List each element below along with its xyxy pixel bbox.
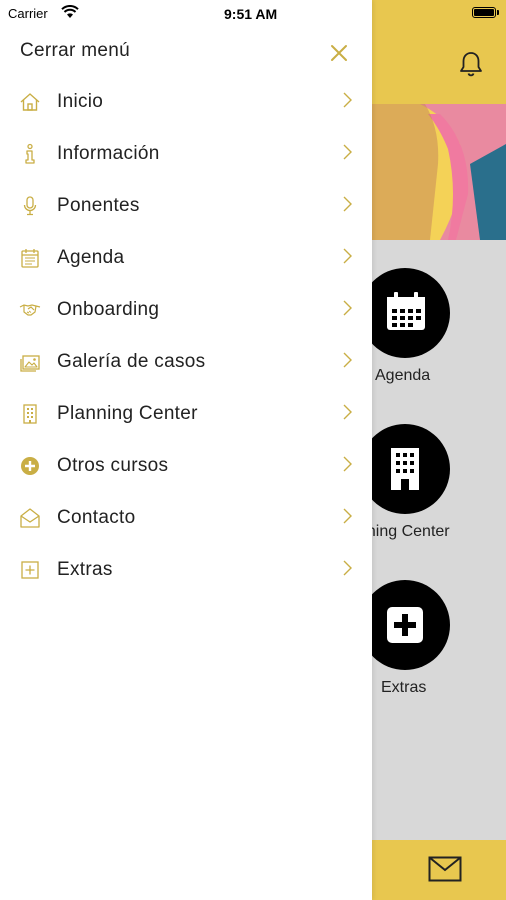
tile-label-extras: Extras (381, 679, 427, 696)
carrier-label: Carrier (8, 6, 48, 21)
extras-tile-circle[interactable] (360, 580, 450, 670)
gallery-icon (20, 355, 40, 372)
menu-item-label: Planning Center (57, 403, 198, 424)
info-icon (25, 143, 35, 164)
agenda-tile-circle[interactable] (360, 268, 450, 358)
chevron-right-icon (343, 144, 352, 160)
menu-item-otros-cursos[interactable]: Otros cursos (0, 440, 372, 492)
battery-tip (497, 10, 499, 15)
menu-item-label: Onboarding (57, 299, 160, 320)
handshake-icon (19, 304, 41, 316)
home-icon (20, 93, 40, 111)
menu-item-label: Contacto (57, 507, 136, 528)
chevron-right-icon (343, 352, 352, 368)
menu-item-inicio[interactable]: Inicio (0, 76, 372, 128)
mail-open-icon (20, 508, 40, 528)
microphone-icon (23, 196, 37, 216)
plus-circle-icon (21, 457, 39, 475)
planning-tile-circle[interactable] (360, 424, 450, 514)
side-drawer: Cerrar menú Inicio Información Ponentes … (0, 0, 372, 900)
menu-item-label: Agenda (57, 247, 125, 268)
menu-item-label: Ponentes (57, 195, 140, 216)
bell-icon[interactable] (458, 50, 484, 78)
menu-item-label: Galería de casos (57, 351, 206, 372)
calendar-icon (387, 292, 425, 330)
chevron-right-icon (343, 404, 352, 420)
chevron-right-icon (343, 300, 352, 316)
menu-item-ponentes[interactable]: Ponentes (0, 180, 372, 232)
menu-item-planning-center[interactable]: Planning Center (0, 388, 372, 440)
status-time: 9:51 AM (224, 6, 278, 22)
menu-item-label: Extras (57, 559, 113, 580)
tile-label-agenda: Agenda (375, 367, 431, 384)
chevron-right-icon (343, 456, 352, 472)
chevron-right-icon (343, 508, 352, 524)
chevron-right-icon (343, 92, 352, 108)
menu-item-contacto[interactable]: Contacto (0, 492, 372, 544)
building-icon (391, 448, 419, 490)
menu-item-informacion[interactable]: Información (0, 128, 372, 180)
chevron-right-icon (343, 248, 352, 264)
drawer-menu: Inicio Información Ponentes Agenda Onboa… (0, 76, 372, 596)
building-icon (23, 404, 37, 424)
menu-item-agenda[interactable]: Agenda (0, 232, 372, 284)
menu-item-label: Inicio (57, 91, 104, 112)
menu-item-galeria[interactable]: Galería de casos (0, 336, 372, 388)
chevron-right-icon (343, 560, 352, 576)
menu-item-label: Información (57, 143, 160, 164)
plus-square-icon (387, 607, 423, 643)
menu-item-label: Otros cursos (57, 455, 169, 476)
chevron-right-icon (343, 196, 352, 212)
status-bar: Carrier 9:51 AM (0, 0, 372, 28)
close-icon[interactable] (328, 42, 350, 64)
plus-square-icon (21, 561, 39, 579)
mail-icon[interactable] (428, 856, 462, 882)
calendar-icon (21, 249, 39, 268)
wifi-icon (61, 5, 79, 18)
menu-item-extras[interactable]: Extras (0, 544, 372, 596)
battery-icon (472, 7, 496, 18)
menu-item-onboarding[interactable]: Onboarding (0, 284, 372, 336)
drawer-title[interactable]: Cerrar menú (20, 40, 130, 62)
